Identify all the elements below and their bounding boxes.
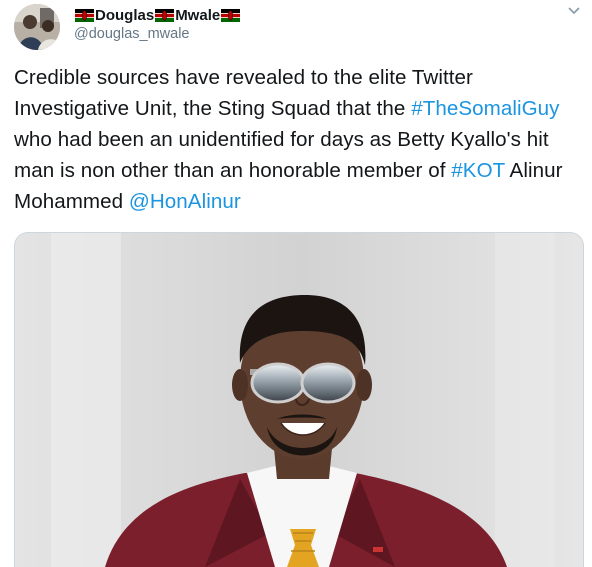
mention-honalinur[interactable]: @HonAlinur — [129, 190, 241, 213]
user-handle[interactable]: @douglas_mwale — [74, 26, 189, 42]
hashtag-thesomaliguy[interactable]: #TheSomaliGuy — [411, 97, 559, 120]
avatar-photo — [14, 4, 60, 50]
display-name-first: Douglas — [95, 6, 155, 24]
kenya-flag-icon — [221, 8, 241, 22]
display-name-last: Mwale — [175, 6, 221, 24]
tweet-card: Douglas Mwale @douglas_mwale Credible so… — [0, 0, 592, 567]
display-name[interactable]: Douglas Mwale — [74, 5, 241, 25]
tweet-text-part-1: Credible sources have revealed to the el… — [14, 66, 473, 120]
kenya-flag-icon — [75, 8, 94, 22]
tweet-photo[interactable] — [14, 232, 584, 567]
portrait-image — [15, 233, 583, 567]
avatar[interactable] — [14, 4, 60, 50]
tweet-text: Credible sources have revealed to the el… — [14, 62, 586, 217]
kenya-flag-icon — [155, 8, 175, 22]
hashtag-kot[interactable]: #KOT — [451, 159, 505, 182]
chevron-down-icon[interactable] — [567, 6, 581, 16]
